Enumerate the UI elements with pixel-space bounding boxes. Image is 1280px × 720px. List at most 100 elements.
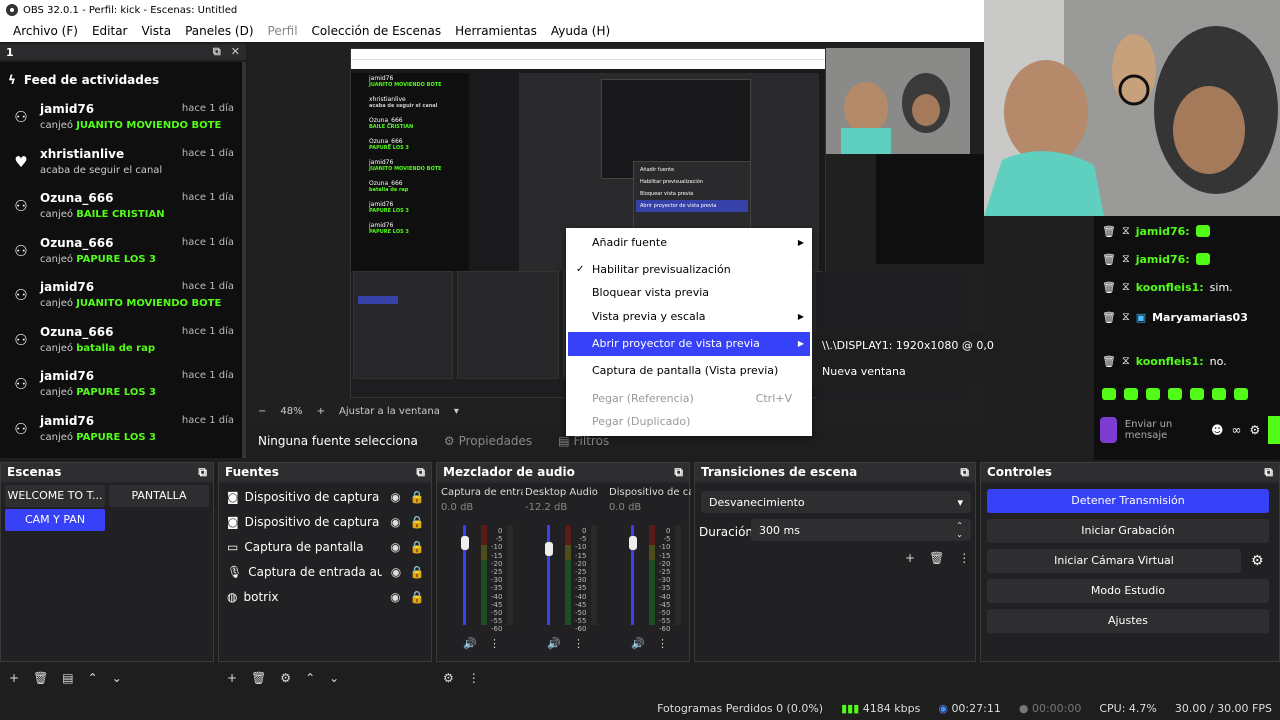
source-item[interactable]: ◙Dispositivo de captura de v◉🔒 (227, 484, 425, 509)
eye-icon[interactable]: ◉ (388, 515, 404, 529)
float-icon[interactable]: ⧉ (198, 465, 207, 480)
trash-icon[interactable]: 🗑 (1102, 311, 1116, 324)
eye-icon[interactable]: ◉ (387, 590, 403, 604)
advanced-audio-icon[interactable]: ⚙ (443, 671, 454, 685)
menu-icon[interactable]: ⋮ (573, 637, 584, 650)
send-button[interactable] (1268, 416, 1280, 444)
speaker-icon[interactable]: 🔊 (631, 637, 645, 650)
lock-icon[interactable]: 🔒 (409, 540, 425, 554)
duration-input[interactable]: 300 ms ⌃ ⌄ (751, 519, 971, 541)
close-icon[interactable]: ✕ (231, 45, 240, 59)
display1-option[interactable]: \\.\DISPLAY1: 1920x1080 @ 0,0 (812, 334, 996, 358)
start-recording-button[interactable]: Iniciar Grabación (987, 519, 1269, 543)
add-icon[interactable]: + (9, 671, 19, 685)
context-item[interactable]: Bloquear vista previa (568, 281, 810, 305)
stream-time: ◉ 00:27:11 (938, 701, 1001, 715)
eye-icon[interactable]: ◉ (388, 565, 403, 579)
timeout-icon[interactable]: ⧖ (1122, 224, 1130, 238)
timeout-icon[interactable]: ⧖ (1122, 354, 1130, 368)
eye-icon[interactable]: ◉ (388, 540, 404, 554)
chevron-down-icon[interactable]: ▾ (454, 406, 459, 417)
source-item[interactable]: ◙Dispositivo de captura de v◉🔒 (227, 509, 425, 534)
chat-input[interactable]: Enviar un mensaje (1125, 419, 1203, 441)
new-window-option[interactable]: Nueva ventana (812, 360, 996, 384)
timeout-icon[interactable]: ⧖ (1122, 310, 1130, 324)
scene-cam-y-pan[interactable]: CAM Y PAN (5, 509, 105, 531)
float-icon[interactable]: ⧉ (1264, 465, 1273, 480)
menu-icon[interactable]: ⋮ (958, 551, 970, 565)
menu-herramientas[interactable]: Herramientas (448, 24, 544, 38)
lightning-icon: ϟ (8, 73, 16, 87)
properties-button[interactable]: ⚙ Propiedades (444, 434, 532, 448)
source-item[interactable]: ▭ Captura de pantalla ◉ 🔒 (227, 534, 425, 559)
filter-icon[interactable]: ▤ (62, 671, 73, 685)
trash-icon[interactable]: 🗑 (251, 671, 266, 685)
lock-icon[interactable]: 🔒 (409, 590, 425, 604)
lock-icon[interactable]: 🔒 (410, 565, 425, 579)
source-item[interactable]: 🎙Captura de entrada audio◉🔒 (227, 559, 425, 584)
settings-button[interactable]: Ajustes (987, 609, 1269, 633)
studio-mode-button[interactable]: Modo Estudio (987, 579, 1269, 603)
feed-time: hace 1 día (181, 147, 234, 159)
trash-icon[interactable]: 🗑 (1102, 225, 1116, 238)
context-item[interactable]: Vista previa y escala ▶ (568, 305, 810, 329)
trash-icon[interactable]: 🗑 (1102, 355, 1116, 368)
down-icon[interactable]: ⌄ (112, 671, 122, 685)
speaker-icon[interactable]: 🔊 (547, 637, 561, 650)
lock-icon[interactable]: 🔒 (409, 515, 425, 529)
virtual-camera-button[interactable]: Iniciar Cámara Virtual (987, 549, 1241, 573)
menu-ayuda[interactable]: Ayuda (H) (544, 24, 617, 38)
add-icon[interactable]: + (905, 551, 915, 565)
emoji-icon[interactable]: ☻ (1211, 423, 1224, 437)
timeout-icon[interactable]: ⧖ (1122, 280, 1130, 294)
up-icon[interactable]: ⌃ (88, 671, 98, 685)
gear-icon[interactable]: ⚙ (280, 671, 291, 685)
gear-icon[interactable]: ⚙ (1251, 553, 1264, 569)
gear-icon[interactable]: ⚙ (1249, 423, 1260, 437)
source-item[interactable]: ◍ botrix ◉ 🔒 (227, 584, 425, 609)
scene-pantalla[interactable]: PANTALLA (109, 485, 209, 507)
zoom-out-button[interactable]: − (258, 406, 266, 417)
fader-knob[interactable] (461, 536, 469, 551)
context-item[interactable]: Añadir fuente ▶ (568, 231, 810, 255)
menu-icon[interactable]: ⋮ (468, 671, 480, 685)
feed-scrollbar[interactable] (242, 62, 246, 458)
menu-editar[interactable]: Editar (85, 24, 135, 38)
float-icon[interactable]: ⧉ (416, 465, 425, 480)
down-icon[interactable]: ⌄ (329, 671, 339, 685)
context-item[interactable]: Abrir proyector de vista previa ▶ (568, 332, 810, 356)
trash-icon[interactable]: 🗑 (1102, 253, 1116, 266)
float-icon[interactable]: ⧉ (960, 465, 969, 480)
fader-knob[interactable] (545, 542, 553, 557)
scene-welcome[interactable]: WELCOME TO T... (5, 485, 105, 507)
menu-perfil[interactable]: Perfil (261, 24, 305, 38)
trash-icon[interactable]: 🗑 (1102, 281, 1116, 294)
context-item[interactable]: ✓ Habilitar previsualización (568, 258, 810, 282)
menu-vista[interactable]: Vista (134, 24, 178, 38)
filters-button[interactable]: ▤ Filtros (558, 434, 609, 448)
eye-icon[interactable]: ◉ (388, 490, 404, 504)
lock-icon[interactable]: 🔒 (409, 490, 425, 504)
fit-mode[interactable]: Ajustar a la ventana (339, 406, 440, 417)
timeout-icon[interactable]: ⧖ (1122, 252, 1130, 266)
trash-icon[interactable]: 🗑 (33, 671, 48, 685)
zoom-in-button[interactable]: + (317, 406, 325, 417)
trash-icon[interactable]: 🗑 (929, 551, 944, 565)
menu-paneles[interactable]: Paneles (D) (178, 24, 260, 38)
menu-icon[interactable]: ⋮ (657, 637, 668, 650)
context-item[interactable]: Captura de pantalla (Vista previa) (568, 359, 810, 383)
up-icon[interactable]: ⌃ (305, 671, 315, 685)
mic-icon[interactable] (1100, 417, 1117, 443)
fader-knob[interactable] (629, 536, 637, 551)
stop-stream-button[interactable]: Detener Transmisión (987, 489, 1269, 513)
menu-archivo[interactable]: Archivo (F) (6, 24, 85, 38)
more-icon[interactable]: ∞ (1231, 423, 1241, 437)
add-icon[interactable]: + (227, 671, 237, 685)
float-icon[interactable]: ⧉ (213, 45, 221, 59)
menu-coleccion[interactable]: Colección de Escenas (305, 24, 449, 38)
transition-select[interactable]: Desvanecimiento ▾ (701, 491, 971, 513)
volume-fader[interactable] (547, 525, 550, 625)
menu-icon[interactable]: ⋮ (489, 637, 500, 650)
speaker-icon[interactable]: 🔊 (463, 637, 477, 650)
float-icon[interactable]: ⧉ (674, 465, 683, 480)
